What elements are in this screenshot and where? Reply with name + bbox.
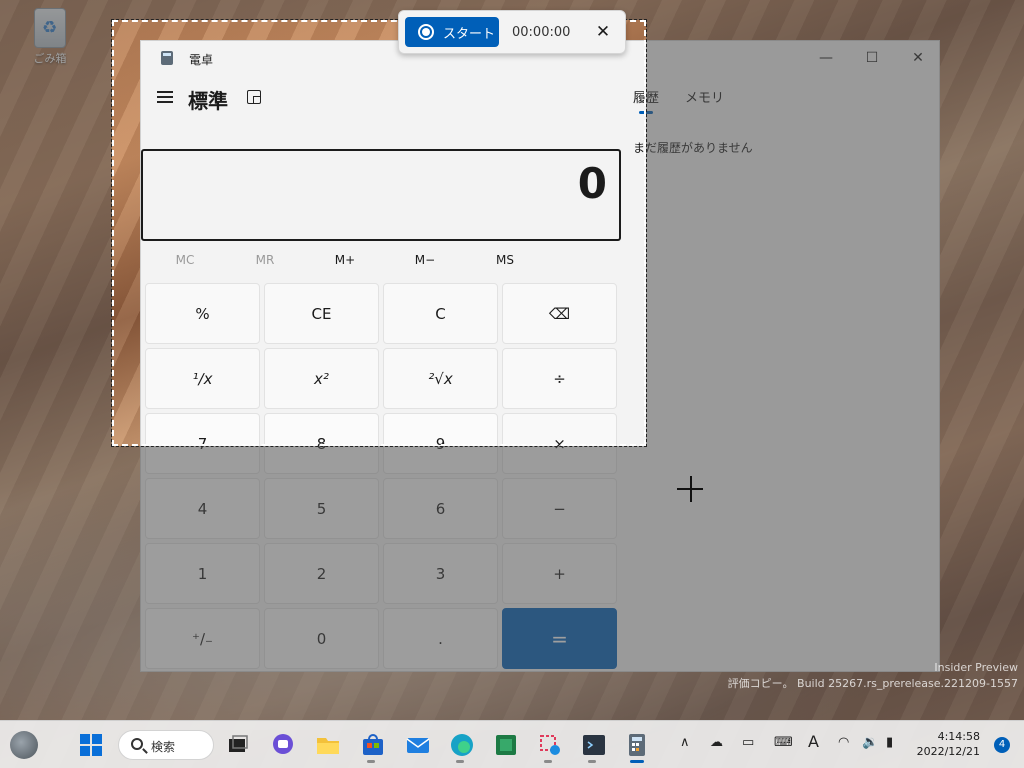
digit-2-button[interactable]: 2	[264, 543, 379, 604]
chat-icon[interactable]	[269, 731, 297, 759]
volume-icon[interactable]: 🔉	[862, 735, 878, 750]
start-recording-label: スタート	[443, 27, 496, 42]
close-button[interactable]: ✕	[895, 47, 941, 69]
tab-memory[interactable]: メモリ	[685, 87, 724, 106]
recycle-bin-desktop-icon[interactable]: ごみ箱	[22, 8, 78, 66]
subtract-button[interactable]: −	[502, 478, 617, 539]
chevron-up-icon[interactable]: ∧	[680, 735, 690, 750]
watermark-line-1: Insider Preview	[934, 661, 1018, 674]
taskbar-search-box[interactable]: 検索	[118, 730, 214, 760]
battery-icon[interactable]: ▮	[886, 735, 893, 750]
file-explorer-icon[interactable]	[314, 731, 342, 759]
clock-time: 4:14:58	[937, 730, 980, 743]
onedrive-icon[interactable]: ☁	[710, 735, 723, 750]
terminal-icon[interactable]	[580, 731, 608, 759]
search-label: 検索	[151, 740, 176, 754]
recycle-bin-icon	[34, 8, 66, 48]
digit-4-button[interactable]: 4	[145, 478, 260, 539]
calculator-icon[interactable]	[623, 731, 651, 759]
wifi-icon[interactable]: ◠	[838, 735, 849, 750]
minimize-button[interactable]: —	[803, 47, 849, 69]
start-icon[interactable]	[77, 731, 105, 759]
recording-toolbar: スタート 00:00:00 ✕	[398, 10, 626, 54]
taskbar: 検索 ∧ ☁ ▭ ⌨ A ◠ 🔉 ▮ 4:14:58 2022/12/21 4	[0, 720, 1024, 768]
calculator-active-indicator	[630, 760, 644, 763]
notification-badge[interactable]: 4	[994, 737, 1010, 753]
digit-0-button[interactable]: 0	[264, 608, 379, 669]
edge-icon[interactable]	[448, 731, 476, 759]
digit-6-button[interactable]: 6	[383, 478, 498, 539]
close-recording-toolbar-button[interactable]: ✕	[592, 21, 614, 43]
watermark-line-2: 評価コピー。 Build 25267.rs_prerelease.221209-…	[727, 677, 1018, 690]
terminal-running-indicator	[588, 760, 596, 763]
widgets-icon[interactable]	[10, 731, 38, 759]
record-icon	[418, 24, 434, 40]
negate-button[interactable]: ⁺∕₋	[145, 608, 260, 669]
start-recording-button[interactable]: スタート	[405, 17, 499, 47]
digit-3-button[interactable]: 3	[383, 543, 498, 604]
excel-icon[interactable]	[492, 731, 520, 759]
decimal-button[interactable]: .	[383, 608, 498, 669]
edge-running-indicator	[456, 760, 464, 763]
digit-1-button[interactable]: 1	[145, 543, 260, 604]
ime-icon[interactable]: A	[808, 732, 819, 751]
capture-selection-rectangle[interactable]	[111, 19, 647, 447]
build-watermark: Insider Preview 評価コピー。 Build 25267.rs_pr…	[728, 660, 1018, 692]
store-running-indicator	[367, 760, 375, 763]
store-icon[interactable]	[359, 731, 387, 759]
history-empty-message: まだ履歴がありません	[633, 141, 753, 155]
history-tabs: 履歴 メモリ	[633, 87, 933, 117]
keyboard-icon[interactable]: ⌨	[774, 735, 793, 750]
recycle-bin-label: ごみ箱	[33, 52, 67, 65]
taskbar-clock[interactable]: 4:14:58 2022/12/21	[917, 729, 980, 759]
snipping-running-indicator	[544, 760, 552, 763]
search-icon	[131, 738, 143, 750]
crosshair-cursor-icon-horizontal	[677, 488, 703, 490]
add-button[interactable]: +	[502, 543, 617, 604]
recording-timer: 00:00:00	[512, 25, 571, 40]
maximize-button[interactable]: ☐	[849, 47, 895, 69]
equals-button[interactable]: =	[502, 608, 617, 669]
task-view-icon[interactable]	[224, 731, 252, 759]
digit-5-button[interactable]: 5	[264, 478, 379, 539]
snipping-tool-icon[interactable]	[536, 731, 564, 759]
screen-icon[interactable]: ▭	[742, 735, 754, 750]
clock-date: 2022/12/21	[916, 745, 980, 758]
mail-icon[interactable]	[404, 731, 432, 759]
